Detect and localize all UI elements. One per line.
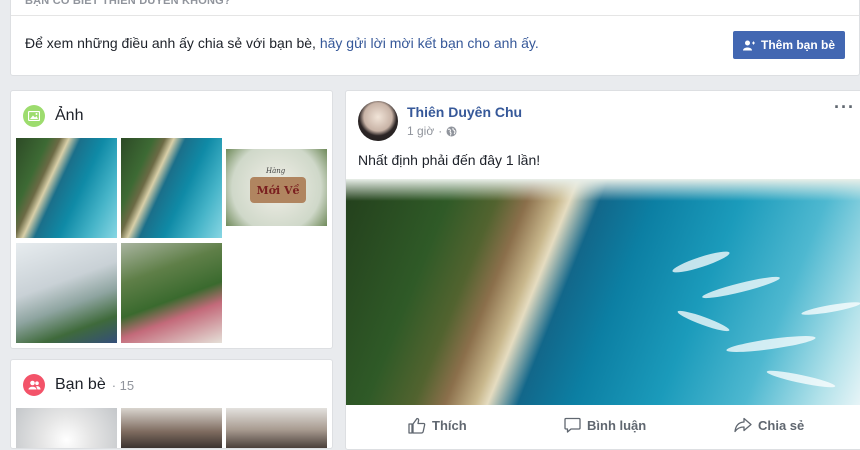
sign-small-text: Hàng [266,167,286,175]
comment-button[interactable]: Bình luận [564,417,646,433]
photos-title-label: Ảnh [55,107,84,124]
friends-title-label: Bạn bè [55,376,106,393]
banner-divider [11,15,859,16]
share-arrow-icon [734,417,752,433]
add-friend-icon [742,40,755,50]
share-label: Chia sẻ [758,417,805,433]
friend-request-banner: BẠN CÓ BIẾT THIÊN DUYÊN KHÔNG? Để xem nh… [10,0,860,76]
comment-icon [564,417,581,433]
post-photo[interactable] [346,179,860,405]
banner-message-link[interactable]: hãy gửi lời mời kết bạn cho anh ấy. [320,35,539,51]
thumbs-up-icon [408,417,426,434]
friends-count: · 15 [111,377,135,393]
friends-title[interactable]: Bạn bè · 15 [23,374,134,396]
author-avatar[interactable] [358,101,398,141]
globe-icon[interactable] [446,126,457,137]
add-friend-button[interactable]: Thêm bạn bè [733,31,845,59]
post-options-button[interactable]: ··· [834,97,855,118]
post-text: Nhất định phải đến đây 1 lần! [358,152,541,168]
dot-separator: · [438,124,443,138]
banner-message: Để xem những điều anh ấy chia sẻ với bạn… [25,35,539,51]
comment-label: Bình luận [587,417,647,433]
photo-thumb-3[interactable]: Hàng Mới Về [226,149,327,226]
photo-thumb-4[interactable] [16,243,117,343]
photo-thumb-2[interactable] [121,138,222,238]
photo-thumb-5[interactable] [121,243,222,343]
banner-heading: BẠN CÓ BIẾT THIÊN DUYÊN KHÔNG? [25,0,231,7]
friend-thumb-2[interactable] [121,408,222,448]
post-time-text[interactable]: 1 giờ [407,124,434,138]
post-card: Thiên Duyên Chu 1 giờ · ··· Nhất định ph… [345,90,860,450]
like-button[interactable]: Thích [408,417,467,434]
photos-icon [23,105,45,127]
add-friend-label: Thêm bạn bè [760,38,835,52]
post-timestamp: 1 giờ · [407,124,457,138]
like-label: Thích [432,418,467,433]
banner-message-text: Để xem những điều anh ấy chia sẻ với bạn… [25,35,316,51]
photos-title[interactable]: Ảnh [23,105,83,127]
friends-icon [23,374,45,396]
photo-thumb-1[interactable] [16,138,117,238]
friend-thumb-3[interactable] [226,408,327,448]
friend-thumb-1[interactable] [16,408,117,448]
share-button[interactable]: Chia sẻ [734,417,804,433]
post-author-name[interactable]: Thiên Duyên Chu [407,104,522,120]
sign-board-text: Mới Về [250,177,306,203]
